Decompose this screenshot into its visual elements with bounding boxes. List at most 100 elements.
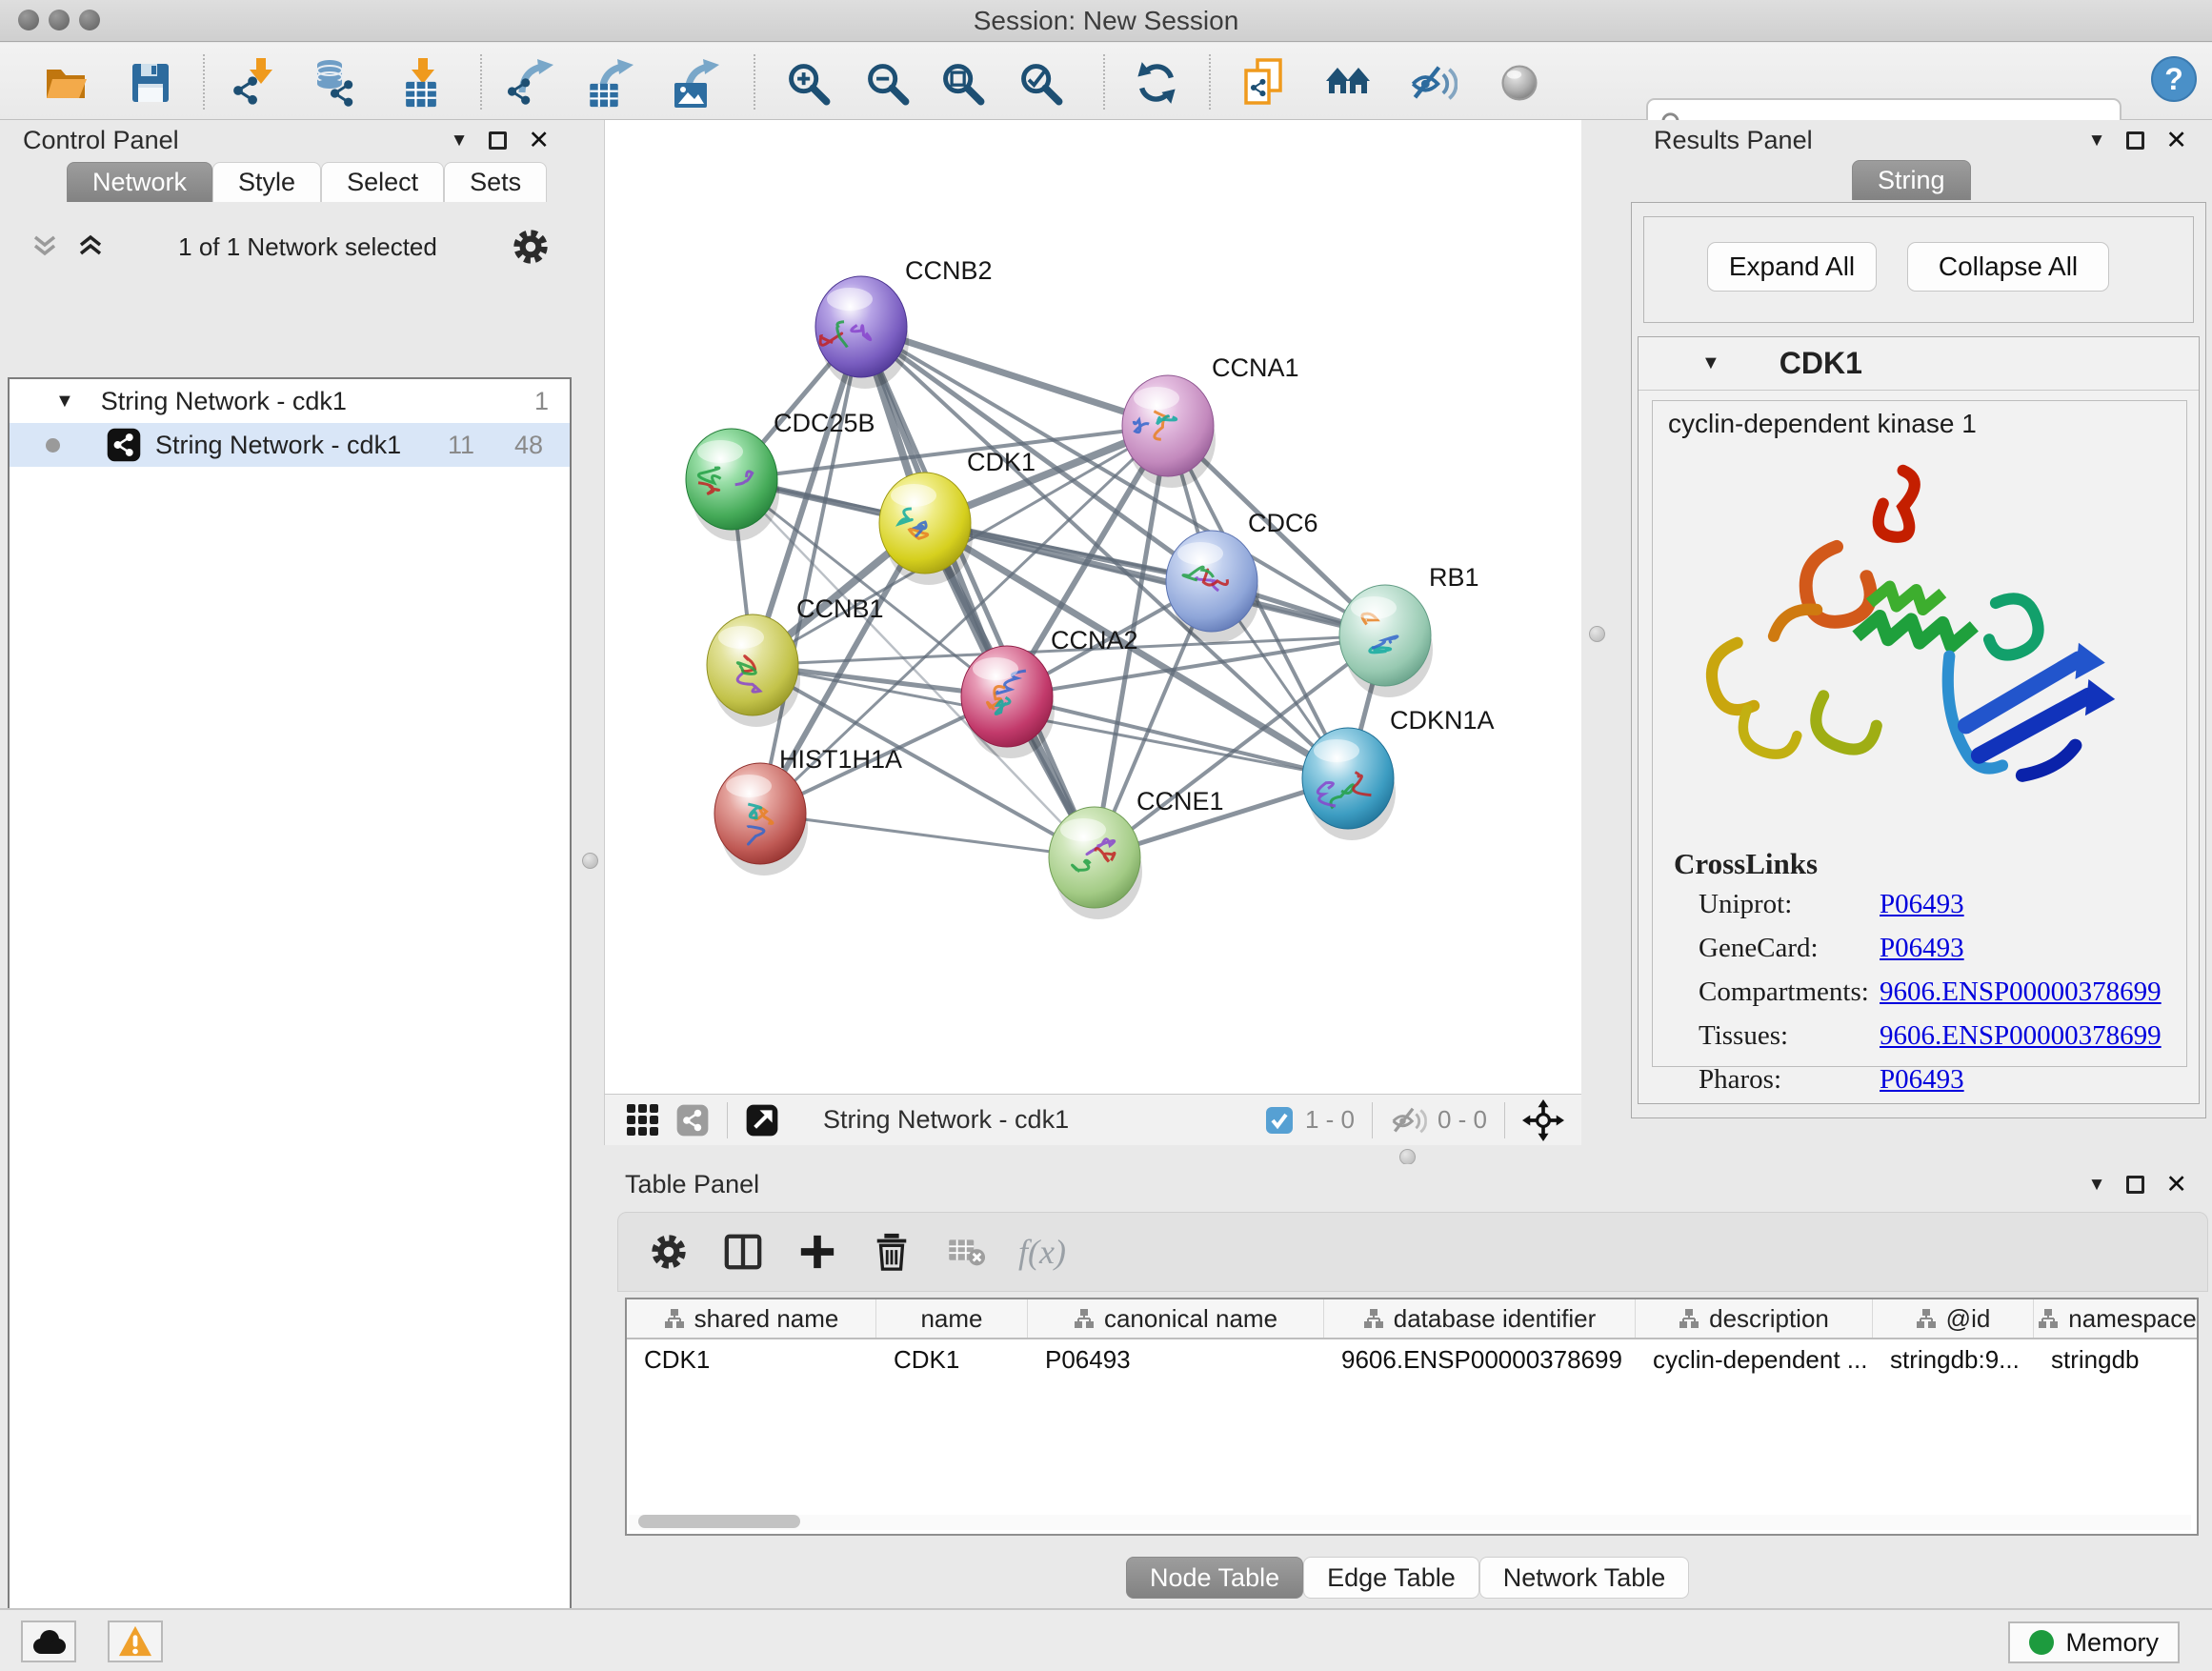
panel-collapse-icon[interactable]: ▼ — [451, 131, 469, 150]
tree-expand-icon[interactable]: ▼ — [55, 391, 74, 413]
import-table-icon[interactable] — [396, 58, 446, 108]
table-panel: Table Panel ▼ ✕ — [604, 1164, 2212, 1608]
network-node-RB1[interactable]: RB1 — [1339, 563, 1479, 697]
node-label: HIST1H1A — [779, 745, 902, 774]
network-edge[interactable] — [861, 327, 1095, 857]
collection-count: 1 — [534, 387, 549, 416]
tab-edge-table[interactable]: Edge Table — [1303, 1557, 1479, 1599]
cell-namespace[interactable]: stringdb — [2034, 1339, 2199, 1379]
cell-database-identifier[interactable]: 9606.ENSP00000378699 — [1324, 1339, 1636, 1379]
zoom-out-icon[interactable] — [862, 58, 912, 108]
tab-string[interactable]: String — [1852, 160, 1971, 200]
memory-button[interactable]: Memory — [2008, 1621, 2180, 1663]
left-splitter-handle[interactable] — [582, 853, 598, 869]
delete-column-icon[interactable] — [872, 1232, 912, 1272]
zoom-in-icon[interactable] — [783, 58, 833, 108]
panel-collapse-icon[interactable]: ▼ — [2088, 131, 2106, 150]
toolbar-separator — [1103, 54, 1105, 110]
export-network-icon[interactable] — [505, 58, 554, 108]
tab-network[interactable]: Network — [67, 162, 212, 202]
hidden-eye-icon[interactable] — [1390, 1103, 1428, 1137]
node-table[interactable]: shared name name canonical name database… — [625, 1298, 2199, 1536]
network-node-CDKN1A[interactable]: CDKN1A — [1302, 706, 1495, 840]
node-label: CCNB2 — [905, 256, 993, 285]
collapse-all-icon[interactable] — [30, 234, 59, 259]
cell-id[interactable]: stringdb:9... — [1873, 1339, 2034, 1379]
section-collapse-icon[interactable]: ▼ — [1701, 352, 1720, 374]
cell-description[interactable]: cyclin-dependent ... — [1636, 1339, 1873, 1379]
zoom-fit-icon[interactable] — [937, 58, 987, 108]
crosslink-link[interactable]: P06493 — [1880, 1064, 1964, 1096]
crosslink-link[interactable]: P06493 — [1880, 933, 1964, 964]
open-session-icon[interactable] — [42, 58, 91, 108]
crosslink-link[interactable]: 9606.ENSP00000378699 — [1880, 1020, 2162, 1052]
tab-style[interactable]: Style — [212, 162, 321, 202]
cloud-status-button[interactable] — [21, 1621, 76, 1662]
panel-close-icon[interactable]: ✕ — [2165, 128, 2187, 153]
table-row[interactable]: CDK1 CDK1 P06493 9606.ENSP00000378699 cy… — [627, 1339, 2197, 1379]
horizontal-scrollbar[interactable] — [629, 1515, 2191, 1530]
tab-network-table[interactable]: Network Table — [1479, 1557, 1690, 1599]
show-columns-icon[interactable] — [723, 1232, 763, 1272]
clone-network-icon[interactable] — [1240, 58, 1290, 108]
network-canvas[interactable]: CCNB2CCNA1CDC25BCDK1CDC6RB1CCNB1CCNA2CDK… — [604, 120, 1581, 1094]
tab-node-table[interactable]: Node Table — [1126, 1557, 1303, 1599]
panel-close-icon[interactable]: ✕ — [528, 128, 550, 153]
selected-count: 1 - 0 — [1305, 1105, 1355, 1135]
string-home-icon[interactable] — [1324, 58, 1374, 108]
tab-sets[interactable]: Sets — [444, 162, 547, 202]
collapse-all-button[interactable]: Collapse All — [1907, 242, 2109, 292]
scrollbar-thumb[interactable] — [638, 1515, 800, 1528]
table-toolbar: f(x) — [617, 1212, 2208, 1292]
share-view-icon[interactable] — [675, 1103, 710, 1137]
selected-checkbox-icon[interactable] — [1265, 1106, 1294, 1135]
panel-float-icon[interactable] — [2126, 1176, 2144, 1194]
network-graph[interactable]: CCNB2CCNA1CDC25BCDK1CDC6RB1CCNB1CCNA2CDK… — [605, 120, 1582, 1094]
network-row[interactable]: String Network - cdk1 11 48 — [10, 423, 570, 467]
crosslink-row: Pharos: P06493 — [1653, 1064, 2186, 1108]
crosslink-label: Tissues: — [1699, 1020, 1788, 1052]
cell-canonical-name[interactable]: P06493 — [1028, 1339, 1324, 1379]
panel-float-icon[interactable] — [489, 131, 507, 150]
refresh-icon[interactable] — [1132, 58, 1181, 108]
network-node-CDC6[interactable]: CDC6 — [1166, 509, 1318, 643]
network-edge[interactable] — [760, 814, 1095, 857]
expand-all-icon[interactable] — [76, 234, 105, 259]
table-options-gear-icon[interactable] — [649, 1232, 689, 1272]
sphere-view-icon[interactable] — [1495, 58, 1544, 108]
cell-name[interactable]: CDK1 — [876, 1339, 1028, 1379]
hide-labels-icon[interactable] — [1409, 58, 1458, 108]
column-header: @id — [1873, 1299, 2034, 1338]
import-network-database-icon[interactable] — [311, 58, 360, 108]
birdseye-view-icon[interactable] — [745, 1103, 779, 1137]
move-center-icon[interactable] — [1522, 1099, 1564, 1141]
grid-view-icon[interactable] — [626, 1103, 660, 1137]
panel-close-icon[interactable]: ✕ — [2165, 1172, 2187, 1198]
status-bar: Memory — [0, 1608, 2212, 1671]
panel-float-icon[interactable] — [2126, 131, 2144, 150]
zoom-selected-icon[interactable] — [1016, 58, 1065, 108]
right-splitter-handle[interactable] — [1589, 626, 1605, 642]
network-edge[interactable] — [1007, 696, 1348, 778]
warnings-button[interactable] — [108, 1621, 163, 1662]
import-network-file-icon[interactable] — [229, 58, 278, 108]
add-column-icon[interactable] — [797, 1232, 837, 1272]
network-options-gear-icon[interactable] — [511, 227, 551, 267]
panel-collapse-icon[interactable]: ▼ — [2088, 1176, 2106, 1194]
protein-name: CDK1 — [1780, 346, 1862, 381]
network-node-HIST1H1A[interactable]: HIST1H1A — [714, 745, 902, 876]
network-node-CCNE1[interactable]: CCNE1 — [1049, 787, 1224, 919]
tab-select[interactable]: Select — [321, 162, 444, 202]
network-selection-status: 1 of 1 Network selected — [105, 232, 511, 262]
crosslink-link[interactable]: P06493 — [1880, 889, 1964, 920]
string-results-container: Expand All Collapse All ▼ CDK1 cyclin-de… — [1631, 202, 2206, 1118]
expand-all-button[interactable]: Expand All — [1707, 242, 1877, 292]
export-table-icon[interactable] — [585, 58, 634, 108]
save-session-icon[interactable] — [126, 58, 175, 108]
network-collection-row[interactable]: ▼ String Network - cdk1 1 — [10, 379, 570, 423]
export-image-icon[interactable] — [671, 58, 720, 108]
crosslink-link[interactable]: 9606.ENSP00000378699 — [1880, 976, 2162, 1008]
help-icon[interactable]: ? — [2149, 54, 2199, 104]
cell-shared-name[interactable]: CDK1 — [627, 1339, 876, 1379]
bottom-splitter-handle[interactable] — [1399, 1149, 1416, 1165]
